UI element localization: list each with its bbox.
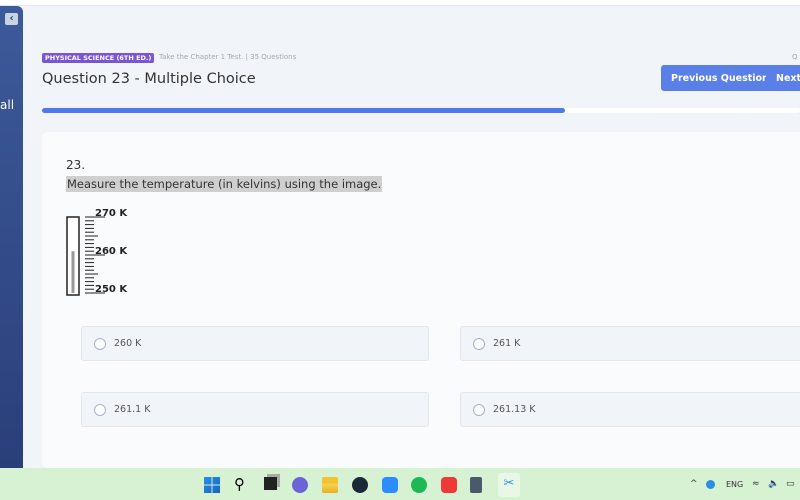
progress-bar [42,108,800,113]
taskbar: ⚲ ✂ ^ ENG ≈ 🔈 ▭ [0,468,800,500]
radio-button[interactable] [473,338,485,350]
zoom-icon[interactable] [382,477,398,493]
teams-chat-icon[interactable] [292,477,308,493]
option-label: 261.1 K [114,404,151,415]
vivaldi-icon[interactable] [441,477,457,493]
option-label: 260 K [114,338,142,349]
question-number: 23. [66,158,86,172]
battery-icon[interactable]: ▭ [786,479,795,489]
language-indicator[interactable]: ENG [726,480,743,489]
corner-text: Q [792,53,798,61]
label-250: 250 K [95,284,128,295]
previous-question-button[interactable]: Previous Question [661,65,779,91]
option-a[interactable]: 260 K [81,326,429,361]
task-view-icon[interactable] [264,477,277,490]
volume-muted-icon[interactable]: 🔈 [768,479,779,489]
windows-start-icon[interactable] [204,477,220,493]
option-b[interactable]: 261 K [460,326,800,361]
calculator-icon[interactable] [470,477,482,493]
thermometer-image: 270 K 260 K 250 K [66,208,128,296]
thermometer-fill [71,251,75,293]
sidebar: ‹ all [0,6,23,468]
radio-button[interactable] [473,404,485,416]
progress-fill [42,108,566,113]
collapse-sidebar-button[interactable]: ‹ [5,13,18,25]
option-label: 261.13 K [493,404,536,415]
question-text: Measure the temperature (in kelvins) usi… [66,176,383,192]
course-badge: PHYSICAL SCIENCE (6TH ED.) [42,53,155,63]
wifi-icon[interactable]: ≈ [752,479,760,489]
radio-button[interactable] [94,404,106,416]
file-explorer-icon[interactable] [322,477,338,493]
spotify-icon[interactable] [411,477,427,493]
option-c[interactable]: 261.1 K [81,392,429,427]
question-card: 23. Measure the temperature (in kelvins)… [42,132,800,468]
next-question-button[interactable]: Next Q [766,65,800,91]
onedrive-icon[interactable] [706,480,715,489]
page-title: Question 23 - Multiple Choice [42,71,256,87]
radio-button[interactable] [94,338,106,350]
label-260: 260 K [95,246,128,257]
search-icon[interactable]: ⚲ [234,477,250,493]
option-label: 261 K [493,338,521,349]
top-bar [0,0,800,6]
show-hidden-icons-icon[interactable]: ^ [690,479,698,489]
steam-icon[interactable] [352,477,368,493]
label-270: 270 K [95,208,128,219]
snipping-tool-icon[interactable]: ✂ [498,473,520,497]
test-subtitle: Take the Chapter 1 Test. | 35 Questions [159,53,297,61]
sidebar-item-label[interactable]: all [0,98,14,112]
option-d[interactable]: 261.13 K [460,392,800,427]
